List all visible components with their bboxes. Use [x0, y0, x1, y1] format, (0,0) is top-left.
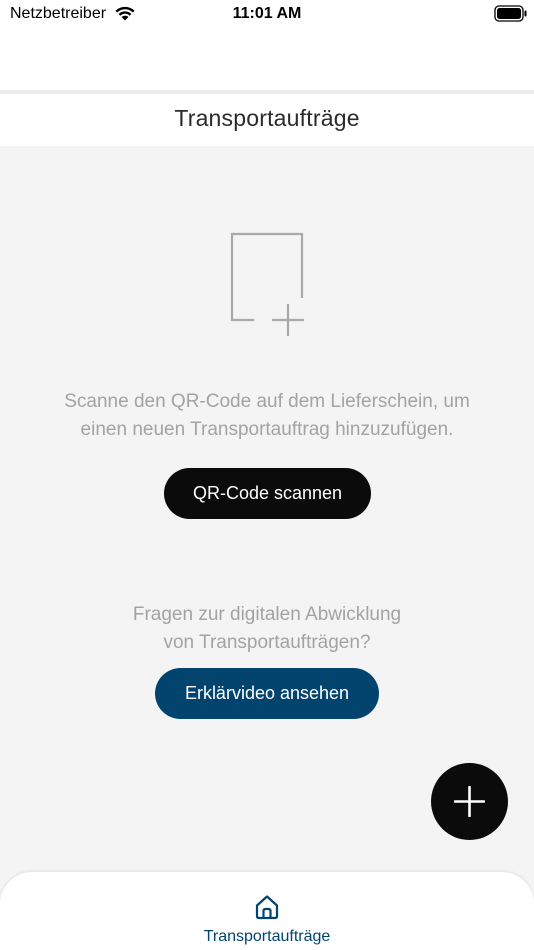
watch-video-button[interactable]: Erklärvideo ansehen	[155, 668, 379, 719]
document-add-icon	[230, 232, 304, 336]
status-time: 11:01 AM	[232, 5, 302, 22]
add-order-fab[interactable]	[431, 763, 508, 840]
page-title: Transportaufträge	[174, 105, 360, 131]
scan-qr-button[interactable]: QR-Code scannen	[164, 468, 371, 519]
empty-state-message: Scanne den QR-Code auf dem Lieferschein,…	[20, 388, 514, 444]
top-spacer	[0, 30, 534, 90]
help-line-2: von Transportaufträgen?	[163, 632, 371, 653]
status-bar: Netzbetreiber 11:01 AM	[0, 0, 534, 30]
header-bar: Transportaufträge	[0, 94, 534, 146]
help-message: Fragen zur digitalen Abwicklung von Tran…	[20, 601, 514, 657]
battery-icon	[494, 5, 527, 22]
plus-icon	[454, 786, 485, 817]
nav-item-label: Transportaufträge	[203, 928, 331, 945]
help-line-1: Fragen zur digitalen Abwicklung	[132, 604, 402, 625]
home-icon	[255, 895, 279, 920]
empty-state-line-1: Scanne den QR-Code auf dem Lieferschein,…	[64, 391, 470, 412]
bottom-navigation: Transportaufträge	[0, 872, 534, 950]
empty-state-line-2: einen neuen Transportauftrag hinzuzufüge…	[80, 419, 454, 440]
